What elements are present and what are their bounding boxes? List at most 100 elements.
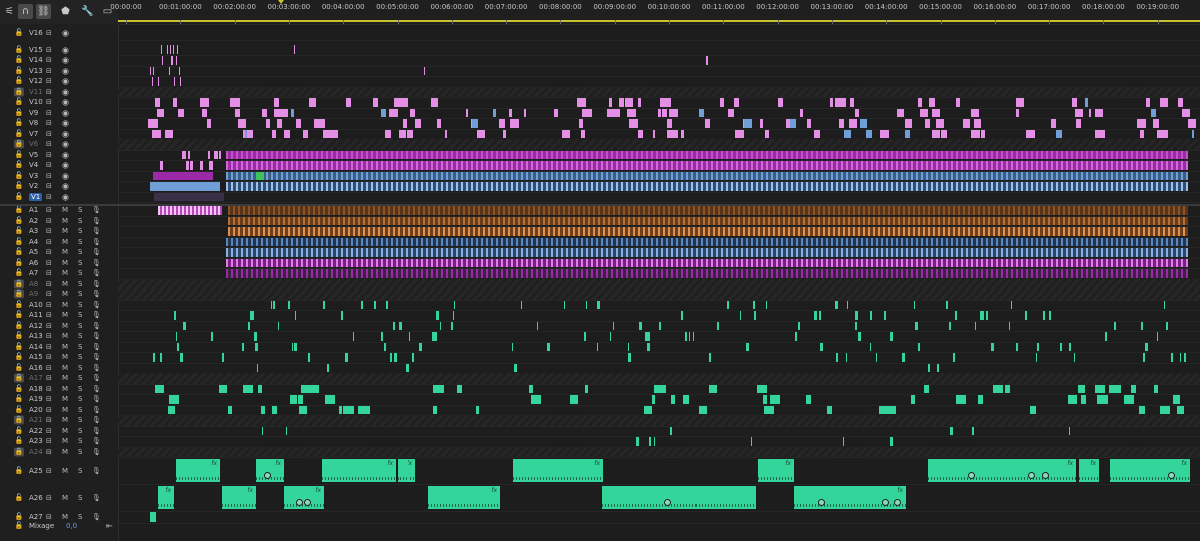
audio-clip[interactable]	[158, 206, 222, 215]
audio-clip[interactable]	[1068, 426, 1070, 435]
track-label[interactable]: A5	[29, 248, 38, 256]
sync-lock-icon[interactable]: ⊟	[46, 161, 52, 169]
lock-icon[interactable]: 🔓	[14, 405, 24, 414]
audio-clip-large[interactable]: fx	[513, 459, 603, 482]
audio-clip[interactable]	[251, 311, 255, 320]
track-label[interactable]: A1	[29, 206, 38, 214]
video-clip[interactable]	[638, 129, 644, 138]
audio-clip-large[interactable]: fx	[1079, 459, 1099, 482]
sync-lock-icon[interactable]: ⊟	[46, 193, 52, 201]
track-label[interactable]: A17	[29, 374, 43, 382]
audio-clip[interactable]	[286, 426, 288, 435]
microphone-icon[interactable]: 🎙	[92, 206, 101, 214]
video-clip[interactable]	[200, 98, 209, 107]
video-audio-divider[interactable]	[0, 204, 1200, 206]
video-clip[interactable]	[508, 108, 513, 117]
audio-clip[interactable]	[683, 395, 689, 404]
audio-clip-large[interactable]: fx	[794, 486, 906, 509]
audio-clip[interactable]	[175, 332, 178, 341]
mute-button[interactable]: M	[62, 269, 68, 277]
audio-clip[interactable]	[343, 405, 354, 414]
video-clip[interactable]	[179, 66, 181, 75]
audio-clip[interactable]	[536, 321, 539, 330]
video-clip[interactable]	[608, 98, 612, 107]
audio-clip[interactable]	[670, 426, 673, 435]
audio-clip[interactable]	[1153, 384, 1158, 393]
mute-button[interactable]: M	[62, 448, 68, 456]
audio-clip-large[interactable]	[602, 486, 696, 509]
mute-button[interactable]: M	[62, 217, 68, 225]
audio-clip[interactable]	[843, 437, 845, 446]
audio-clip[interactable]	[291, 342, 294, 351]
mute-button[interactable]: M	[62, 467, 68, 475]
video-clip[interactable]	[963, 119, 971, 128]
audio-clip-large[interactable]	[696, 486, 756, 509]
video-clip[interactable]	[942, 129, 947, 138]
audio-clip[interactable]	[798, 321, 800, 330]
video-clip[interactable]	[303, 129, 308, 138]
track-label[interactable]: A9	[29, 290, 38, 298]
keyframe-marker[interactable]	[818, 499, 825, 506]
audio-clip[interactable]	[406, 363, 409, 372]
video-clip[interactable]	[843, 129, 851, 138]
audio-clip[interactable]	[764, 405, 774, 414]
eye-icon[interactable]: ◉	[62, 108, 69, 117]
sync-lock-icon[interactable]: ⊟	[46, 98, 52, 106]
audio-clip[interactable]	[1139, 405, 1146, 414]
audio-clip[interactable]	[1074, 353, 1076, 362]
track-label[interactable]: A7	[29, 269, 38, 277]
solo-button[interactable]: S	[78, 395, 82, 403]
video-clip[interactable]	[314, 119, 323, 128]
audio-clip[interactable]	[352, 332, 355, 341]
microphone-icon[interactable]: 🎙	[92, 280, 101, 288]
video-clip[interactable]	[173, 77, 175, 86]
solo-button[interactable]: S	[78, 353, 82, 361]
lock-icon[interactable]: 🔒	[14, 87, 24, 97]
audio-clip[interactable]	[210, 332, 214, 341]
audio-clip[interactable]	[520, 300, 523, 309]
video-clip[interactable]	[972, 129, 980, 138]
video-clip[interactable]	[200, 161, 204, 170]
lock-icon[interactable]: 🔓	[14, 311, 24, 320]
snap-settings-icon[interactable]: ⚟	[2, 4, 17, 19]
sync-lock-icon[interactable]: ⊟	[46, 56, 52, 64]
audio-clip[interactable]	[241, 342, 244, 351]
mute-button[interactable]: M	[62, 280, 68, 288]
audio-clip[interactable]	[680, 311, 683, 320]
audio-clip[interactable]	[547, 342, 551, 351]
lock-icon[interactable]: 🔓	[14, 363, 24, 372]
mute-button[interactable]: M	[62, 259, 68, 267]
audio-clip[interactable]	[820, 342, 824, 351]
audio-clip[interactable]	[1067, 395, 1078, 404]
video-clip[interactable]	[579, 119, 584, 128]
solo-button[interactable]: S	[78, 437, 82, 445]
audio-clip[interactable]	[699, 405, 708, 414]
sync-lock-icon[interactable]: ⊟	[46, 448, 52, 456]
audio-clip[interactable]	[928, 363, 930, 372]
video-clip[interactable]	[855, 108, 859, 117]
video-clip[interactable]	[1071, 98, 1078, 107]
track-label[interactable]: V1	[29, 192, 43, 201]
keyframe-marker[interactable]	[664, 499, 671, 506]
audio-clip[interactable]	[985, 311, 989, 320]
keyframe-marker[interactable]	[1168, 472, 1175, 479]
video-clip[interactable]	[178, 108, 184, 117]
lock-icon[interactable]: 🔓	[14, 466, 24, 475]
sync-lock-icon[interactable]: ⊟	[46, 217, 52, 225]
audio-clip[interactable]	[627, 342, 630, 351]
sync-lock-icon[interactable]: ⊟	[46, 248, 52, 256]
audio-clip[interactable]	[254, 342, 258, 351]
solo-button[interactable]: S	[78, 311, 82, 319]
solo-button[interactable]: S	[78, 427, 82, 435]
keyframe-marker[interactable]	[882, 499, 889, 506]
video-clip[interactable]	[391, 108, 399, 117]
video-clip[interactable]	[1016, 98, 1024, 107]
sync-lock-icon[interactable]: ⊟	[46, 109, 52, 117]
sync-lock-icon[interactable]: ⊟	[46, 140, 52, 148]
video-clip[interactable]	[704, 119, 711, 128]
audio-clip[interactable]	[1095, 384, 1106, 393]
audio-clip[interactable]	[393, 321, 395, 330]
video-clip[interactable]	[850, 98, 855, 107]
audio-clip[interactable]	[1008, 321, 1011, 330]
video-clip[interactable]	[813, 129, 821, 138]
